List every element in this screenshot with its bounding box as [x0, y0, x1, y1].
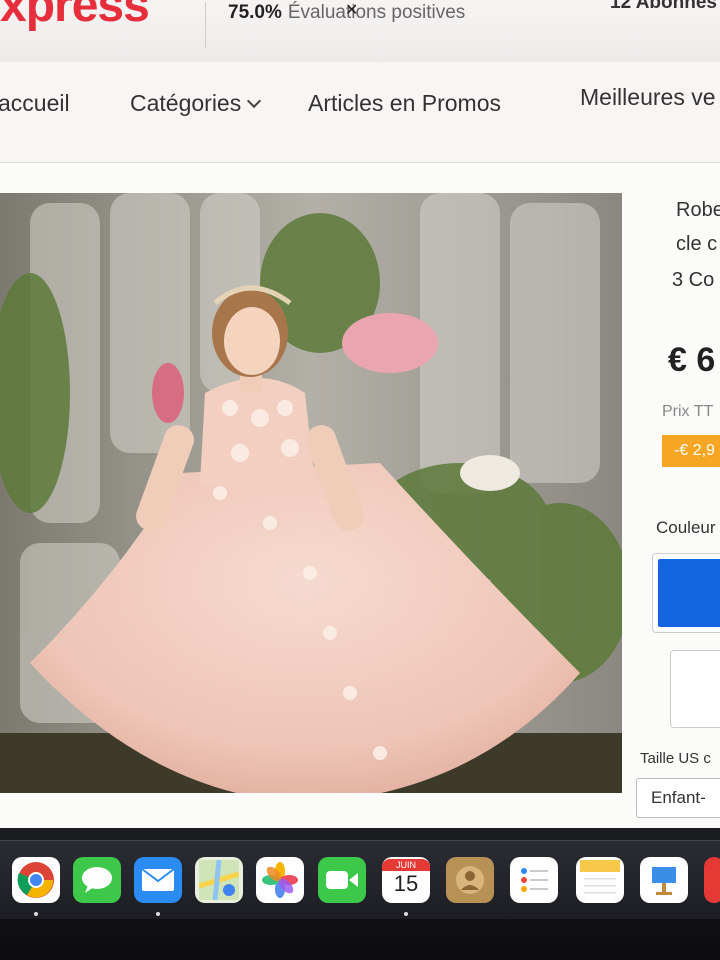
- app-icon-partial[interactable]: [704, 857, 720, 903]
- price-tt-label: Prix TT: [662, 403, 714, 420]
- store-logo[interactable]: xpress: [0, 0, 150, 33]
- facetime-icon[interactable]: [318, 857, 366, 903]
- chevron-down-icon: [247, 93, 262, 109]
- keynote-icon[interactable]: [640, 857, 688, 903]
- header-divider: [205, 2, 206, 48]
- nav-item-best[interactable]: Meilleures ve: [580, 84, 716, 111]
- calendar-day: 15: [393, 871, 419, 896]
- product-image[interactable]: [0, 193, 622, 793]
- color-swatch-selected[interactable]: [652, 553, 720, 633]
- browser-screen: xpress 75.0% Évaluations positives ✕ 12 A…: [0, 0, 720, 828]
- notes-icon[interactable]: [576, 857, 624, 903]
- contacts-icon[interactable]: [446, 857, 494, 903]
- mail-icon[interactable]: [134, 857, 182, 903]
- size-label: Taille US c: [640, 750, 711, 767]
- nav-item-categories[interactable]: Catégories: [130, 90, 262, 117]
- rating-value: 75.0%: [228, 2, 282, 23]
- calendar-icon[interactable]: JUIN 15: [382, 857, 430, 903]
- store-header: xpress 75.0% Évaluations positives ✕ 12 A…: [0, 0, 720, 63]
- running-indicator: [34, 912, 38, 916]
- running-indicator: [156, 912, 160, 916]
- product-info: Robe cle c 3 Co € 6 Prix TT -€ 2,9 Coule…: [636, 163, 720, 828]
- mouse-cursor-icon: ✕: [345, 2, 359, 19]
- color-swatch[interactable]: [670, 650, 720, 728]
- messages-icon[interactable]: [73, 857, 121, 903]
- store-nav: accueil Catégories Articles en Promos Me…: [0, 62, 720, 163]
- macos-dock: JUIN 15: [0, 828, 720, 960]
- color-label: Couleur: [656, 518, 716, 537]
- rating-label: Évaluations positives: [287, 2, 466, 23]
- nav-item-accueil[interactable]: accueil: [0, 90, 70, 117]
- dress-photo: [0, 193, 622, 793]
- chrome-icon[interactable]: [12, 857, 60, 903]
- nav-item-promos[interactable]: Articles en Promos: [308, 90, 501, 117]
- size-select[interactable]: Enfant-: [636, 778, 720, 818]
- product-section: Robe cle c 3 Co € 6 Prix TT -€ 2,9 Coule…: [0, 163, 720, 828]
- maps-icon[interactable]: [195, 857, 243, 903]
- discount-badge: -€ 2,9: [662, 435, 720, 467]
- dock-bar: JUIN 15: [0, 840, 720, 919]
- reminders-icon[interactable]: [510, 857, 558, 903]
- orders-count: 3 Co: [672, 269, 715, 291]
- product-title: Robe cle c: [676, 199, 720, 255]
- photos-icon[interactable]: [256, 857, 304, 903]
- running-indicator: [404, 912, 408, 916]
- store-followers: 12 Abonnés: [610, 0, 717, 13]
- calendar-month: JUIN: [382, 859, 430, 871]
- product-price: € 6: [668, 341, 716, 379]
